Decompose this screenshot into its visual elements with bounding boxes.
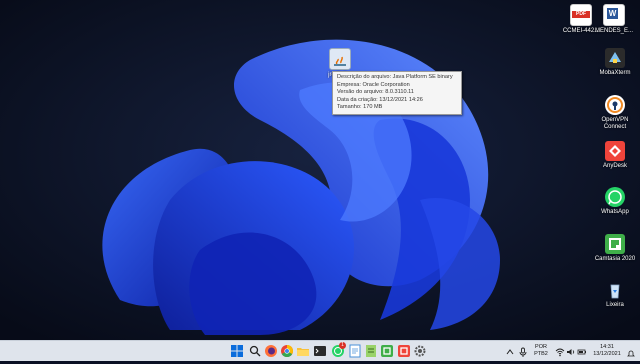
taskbar: 1 POR PTB2 14:31 13/12/2021 xyxy=(0,340,640,361)
keyboard-layout: PTB2 xyxy=(534,350,548,357)
desktop-icon-camtasia[interactable]: Camtasia 2020 xyxy=(591,234,639,263)
mobaxterm-icon xyxy=(605,48,625,68)
desktop-icon-mobaxterm[interactable]: MobaXterm xyxy=(591,48,639,77)
search-icon[interactable] xyxy=(248,344,262,358)
notepad-icon[interactable] xyxy=(348,344,362,358)
desktop-icon-label: Lixeira xyxy=(606,302,624,308)
clock-date: 13/12/2021 xyxy=(593,350,621,357)
clock[interactable]: 14:31 13/12/2021 xyxy=(590,344,624,357)
tooltip-description: Descrição do arquivo: Java Platform SE b… xyxy=(337,74,453,80)
desktop-icon-recycle-bin[interactable]: Lixeira xyxy=(591,280,639,309)
java-installer-icon xyxy=(329,48,351,70)
desktop-icon-label: AnyDesk xyxy=(602,163,627,169)
windows-start-icon[interactable] xyxy=(230,344,244,358)
desktop-icon-label: Camtasia 2020 xyxy=(594,256,636,262)
word-badge: W xyxy=(607,8,618,19)
settings-icon[interactable] xyxy=(413,344,427,358)
whatsapp-icon xyxy=(605,187,625,207)
notepad-plus-icon[interactable] xyxy=(364,344,378,358)
desktop-icon-label: OpenVPN Connect xyxy=(601,117,629,130)
volume-icon[interactable] xyxy=(566,345,576,357)
desktop-icon-word[interactable]: W MENDES_E... xyxy=(590,4,638,35)
wifi-icon[interactable] xyxy=(555,345,565,357)
tooltip-size: Tamanho: 170 MB xyxy=(337,104,383,111)
tooltip-company: Empresa: Oracle Corporation xyxy=(337,81,410,88)
anydesk-taskbar-icon[interactable] xyxy=(397,344,411,358)
whatsapp-taskbar-icon[interactable]: 1 xyxy=(331,342,346,358)
chevron-up-icon[interactable] xyxy=(505,345,515,357)
pdf-file-icon: PDF xyxy=(570,4,592,26)
desktop-icon-anydesk[interactable]: AnyDesk xyxy=(591,141,639,170)
input-language-indicator[interactable]: POR PTB2 xyxy=(531,344,551,357)
recycle-bin-icon xyxy=(605,280,625,300)
firefox-icon[interactable] xyxy=(264,344,278,358)
desktop-icon-label: MENDES_E... xyxy=(594,28,633,34)
anydesk-icon xyxy=(605,141,625,161)
tooltip-version: Versão do arquivo: 8.0.3110.11 xyxy=(337,89,414,96)
file-explorer-icon[interactable] xyxy=(296,344,310,358)
microphone-icon[interactable] xyxy=(518,345,528,357)
battery-icon[interactable] xyxy=(577,345,587,357)
tooltip-created: Data da criação: 13/12/2021 14:26 xyxy=(337,96,423,103)
chrome-icon[interactable] xyxy=(280,344,294,358)
desktop-icon-openvpn[interactable]: OpenVPN Connect xyxy=(591,95,639,131)
camtasia-taskbar-icon[interactable] xyxy=(380,344,394,358)
camtasia-icon xyxy=(605,234,625,254)
desktop-icon-whatsapp[interactable]: WhatsApp xyxy=(591,187,639,216)
notifications-icon[interactable] xyxy=(626,346,636,357)
terminal-icon[interactable] xyxy=(313,344,327,358)
desktop-icon-label: WhatsApp xyxy=(601,209,629,215)
openvpn-icon xyxy=(605,95,625,115)
word-file-icon: W xyxy=(603,4,625,26)
notification-badge: 1 xyxy=(339,342,346,349)
pdf-badge: PDF xyxy=(572,11,590,18)
desktop-icon-label: MobaXterm xyxy=(599,70,631,76)
file-info-tooltip: Descrição do arquivo: Java Platform SE b… xyxy=(332,71,462,115)
